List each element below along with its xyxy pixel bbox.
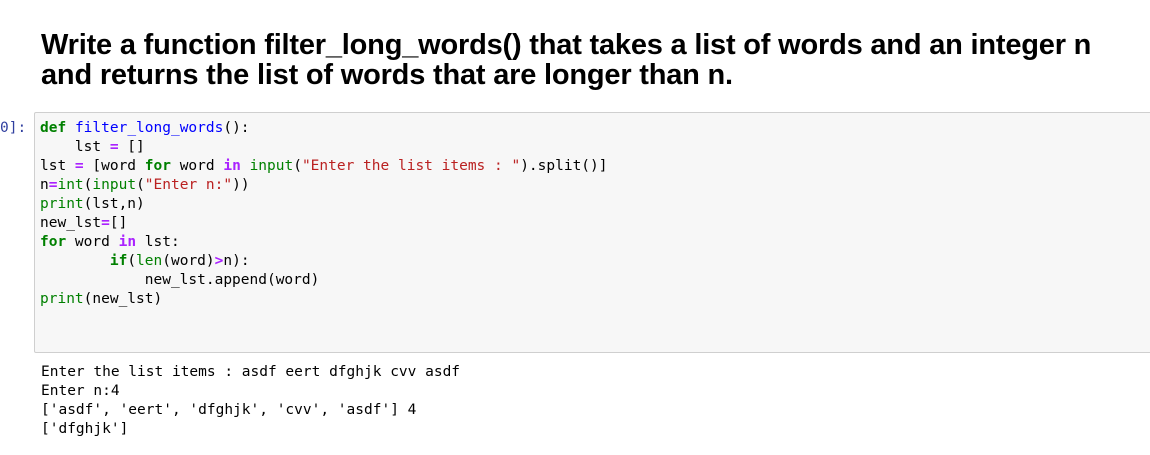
- code-line-3: lst = [word for word in input("Enter the…: [40, 158, 608, 174]
- markdown-cell[interactable]: Write a function filter_long_words() tha…: [41, 30, 1146, 90]
- code-line-7: for word in lst:: [40, 234, 180, 250]
- code-line-9: new_lst.append(word): [40, 272, 320, 288]
- output-area: Enter the list items : asdf eert dfghjk …: [41, 363, 1141, 439]
- code-line-6: new_lst=[]: [40, 215, 128, 231]
- output-line-1: Enter the list items : asdf eert dfghjk …: [41, 364, 461, 380]
- output-line-2: Enter n:4: [41, 383, 120, 399]
- code-line-1: def filter_long_words():: [40, 120, 250, 136]
- code-line-8: if(len(word)>n):: [109, 253, 250, 269]
- task-heading: Write a function filter_long_words() tha…: [41, 30, 1146, 90]
- code-line-4: n=int(input("Enter n:")): [40, 177, 250, 193]
- code-line-10: print(new_lst): [40, 291, 163, 307]
- output-text: Enter the list items : asdf eert dfghjk …: [41, 363, 1141, 439]
- input-prompt: 0]:: [0, 120, 27, 136]
- output-line-4: ['dfghjk']: [41, 421, 129, 437]
- task-heading-line-1: Write a function filter_long_words() tha…: [41, 29, 1092, 61]
- output-line-3: ['asdf', 'eert', 'dfghjk', 'cvv', 'asdf'…: [41, 402, 417, 418]
- code-line-5: print(lst,n): [40, 196, 145, 212]
- code-cell-editor[interactable]: def filter_long_words(): lst = [] lst = …: [34, 112, 1150, 353]
- task-heading-line-2: and returns the list of words that are l…: [41, 59, 733, 91]
- code-block[interactable]: def filter_long_words(): lst = [] lst = …: [40, 119, 1150, 309]
- code-line-2: lst = []: [40, 139, 145, 155]
